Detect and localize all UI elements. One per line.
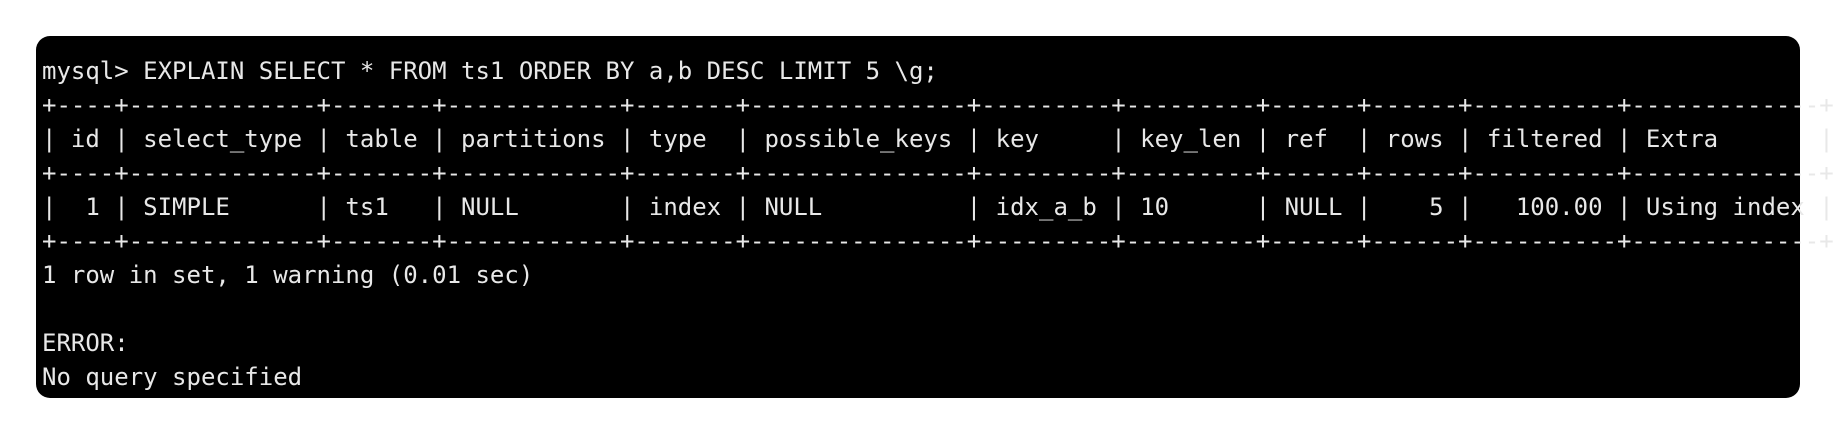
table-header-row: | id | select_type | table | partitions … <box>42 125 1834 153</box>
table-border-mid: +----+-------------+-------+------------… <box>42 159 1834 187</box>
table-row: | 1 | SIMPLE | ts1 | NULL | index | NULL… <box>42 193 1834 221</box>
table-border-bottom: +----+-------------+-------+------------… <box>42 227 1834 255</box>
command-line: mysql> EXPLAIN SELECT * FROM ts1 ORDER B… <box>42 57 938 85</box>
result-summary: 1 row in set, 1 warning (0.01 sec) <box>42 261 534 289</box>
error-label: ERROR: <box>42 329 129 357</box>
terminal-window[interactable]: mysql> EXPLAIN SELECT * FROM ts1 ORDER B… <box>36 36 1834 398</box>
table-border-top: +----+-------------+-------+------------… <box>42 91 1834 119</box>
error-message: No query specified <box>42 363 303 391</box>
